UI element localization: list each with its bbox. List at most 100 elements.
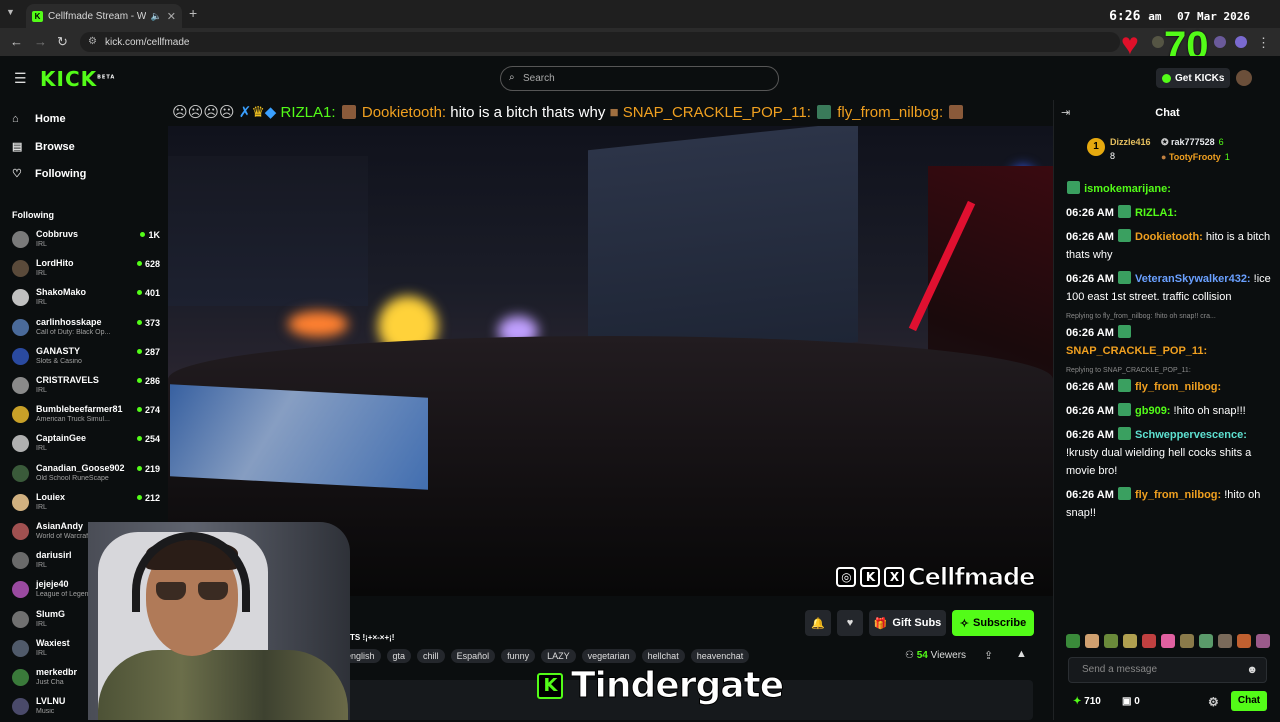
emote-icon[interactable] [1085, 634, 1099, 648]
stream-tag[interactable]: heavenchat [690, 649, 750, 663]
chat-message[interactable]: 06:26 AM RIZLA1: [1066, 204, 1276, 222]
stream-tag[interactable]: Español [450, 649, 496, 663]
chat-message[interactable]: 06:26 AM gb909: !hito oh snap!!! [1066, 402, 1276, 420]
chat-message[interactable]: ismokemarijane: [1066, 180, 1276, 198]
channel-avatar [12, 231, 29, 248]
leaderboard-entry[interactable]: ✪ rak777528 6 [1161, 137, 1224, 148]
notify-bell-button[interactable]: 🔔 [805, 610, 831, 636]
emoji-icon[interactable]: ☻ [1246, 658, 1258, 682]
followed-channel[interactable]: Bumblebeefarmer81 American Truck Simul...… [12, 404, 160, 430]
nav-browse[interactable]: ▤ Browse [12, 140, 75, 154]
kick-logo[interactable]: KICKBETA [40, 67, 115, 91]
ticker-user: SNAP_CRACKLE_POP_11: [622, 104, 811, 121]
gift-subs-button[interactable]: 🎁 Gift Subs [869, 610, 946, 636]
gift-balance-number: 0 [1134, 696, 1140, 707]
chat-message[interactable]: 06:26 AM Dookietooth: hito is a bitch th… [1066, 228, 1276, 264]
gift-balance[interactable]: ▣ 0 [1122, 696, 1140, 707]
message-username[interactable]: fly_from_nilbog: [1135, 381, 1221, 393]
url-field[interactable]: ⚙ kick.com/cellfmade [80, 32, 1120, 52]
nav-home[interactable]: ⌂ Home [12, 113, 66, 125]
profile-icon[interactable] [1235, 36, 1247, 48]
extension-icon[interactable] [1214, 36, 1226, 48]
message-username[interactable]: Schweppervescence: [1135, 429, 1247, 441]
emote-icon[interactable] [1218, 634, 1232, 648]
channel-name: carlinhosskape [36, 316, 102, 327]
stream-tag[interactable]: funny [501, 649, 536, 663]
tab-list-dropdown-icon[interactable]: ▼ [6, 7, 15, 17]
browser-tab[interactable]: K Cellfmade Stream - Watch l 🔈 ✕ [26, 4, 182, 28]
channel-name: Canadian_Goose902 [36, 462, 125, 473]
reload-icon[interactable]: ↻ [57, 34, 68, 50]
emote-icon[interactable] [1104, 634, 1118, 648]
leaderboard-entry[interactable]: ● TootyFrooty 1 [1161, 152, 1230, 162]
emote-icon[interactable] [1199, 634, 1213, 648]
ticker-emote-icon [341, 105, 356, 119]
chat-send-button[interactable]: Chat [1231, 691, 1267, 711]
message-username[interactable]: Dookietooth: [1135, 231, 1203, 243]
followed-channel[interactable]: LordHito IRL 628 [12, 258, 160, 284]
tag-list: english gta chill Español funny LAZY vegetaria… [340, 649, 750, 663]
share-icon[interactable]: ⇪ [984, 649, 993, 662]
new-tab-button[interactable]: + [189, 5, 197, 21]
nav-following[interactable]: ♡ Following [12, 167, 86, 181]
message-username[interactable]: ismokemarijane: [1084, 183, 1171, 195]
subscribe-button[interactable]: ✧ Subscribe [952, 610, 1034, 636]
stream-tag[interactable]: LAZY [541, 649, 576, 663]
followed-channel[interactable]: ShakoMako IRL 401 [12, 287, 160, 313]
kicks-balance[interactable]: 710 [1073, 696, 1101, 707]
emote-icon[interactable] [1256, 634, 1270, 648]
followed-channel[interactable]: Louiex IRL 212 [12, 492, 160, 518]
follow-button[interactable]: ♥ [837, 610, 863, 636]
chat-message[interactable]: 06:26 AM VeteranSkywalker432: !ice 100 e… [1066, 270, 1276, 306]
followed-channel[interactable]: CaptainGee IRL 254 [12, 433, 160, 459]
chat-input[interactable]: Send a message ☻ [1068, 657, 1267, 683]
chat-message[interactable]: 06:26 AM fly_from_nilbog: !hito oh snap!… [1066, 486, 1276, 522]
emote-icon[interactable] [1066, 634, 1080, 648]
stream-tag[interactable]: vegetarian [581, 649, 636, 663]
get-kicks-button[interactable]: Get KICKs [1156, 68, 1231, 88]
chat-messages: ismokemarijane: 06:26 AM RIZLA1: 06:26 A… [1066, 180, 1276, 640]
stream-tag[interactable]: chill [417, 649, 445, 663]
followed-channel[interactable]: GANASTY Slots & Casino 287 [12, 346, 160, 372]
search-input[interactable]: ⌕ Search [500, 66, 779, 91]
settings-gear-icon[interactable]: ⚙ [1208, 695, 1219, 709]
channel-avatar [12, 639, 29, 657]
tab-close-icon[interactable]: ✕ [167, 10, 176, 23]
hamburger-menu-icon[interactable]: ☰ [14, 70, 27, 87]
followed-channel[interactable]: CRISTRAVELS IRL 286 [12, 375, 160, 401]
forward-icon[interactable]: → [34, 34, 47, 49]
emote-icon[interactable] [1237, 634, 1251, 648]
message-username[interactable]: VeteranSkywalker432: [1135, 273, 1251, 285]
message-time: 06:26 AM [1066, 327, 1114, 339]
followed-channel[interactable]: Canadian_Goose902 Old School RuneScape 219 [12, 463, 160, 489]
message-username[interactable]: gb909: [1135, 405, 1170, 417]
back-icon[interactable]: ← [10, 34, 23, 49]
ticker-user: Dookietooth: [361, 104, 447, 121]
channel-category: IRL [36, 503, 47, 511]
leaderboard-entry[interactable]: 1 [1087, 138, 1105, 156]
emote-icon[interactable] [1123, 634, 1137, 648]
stream-tag[interactable]: hellchat [641, 649, 685, 663]
message-username[interactable]: fly_from_nilbog: [1135, 489, 1221, 501]
emote-icon[interactable] [1180, 634, 1194, 648]
report-icon[interactable]: ▲ [1016, 648, 1027, 660]
site-info-icon[interactable]: ⚙ [88, 36, 97, 47]
followed-channel[interactable]: carlinhosskape Call of Duty: Black Op... 3… [12, 317, 160, 343]
message-username[interactable]: SNAP_CRACKLE_POP_11: [1066, 345, 1207, 357]
message-username[interactable]: RIZLA1: [1135, 207, 1177, 219]
tab-audio-icon[interactable]: 🔈 [151, 11, 162, 22]
browser-menu-icon[interactable]: ⋮ [1257, 35, 1270, 51]
channel-avatar [12, 289, 29, 307]
stream-tag[interactable]: gta [386, 649, 412, 663]
user-avatar[interactable] [1236, 70, 1252, 86]
followed-channel[interactable]: Cobbruvs IRL 1K [12, 229, 160, 255]
chat-message[interactable]: Replying to SNAP_CRACKLE_POP_11: 06:26 AM… [1066, 366, 1276, 396]
message-time: 06:26 AM [1066, 381, 1114, 393]
chat-message[interactable]: Replying to fly_from_nilbog: !hito oh sn… [1066, 312, 1276, 360]
emote-icon[interactable] [1142, 634, 1156, 648]
chat-message[interactable]: 06:26 AM Schweppervescence: !krusty dual… [1066, 426, 1276, 480]
ticker-user: RIZLA1: [280, 104, 336, 121]
emote-icon[interactable] [1161, 634, 1175, 648]
extension-icon[interactable] [1152, 36, 1164, 48]
chat-panel: ⇥ Chat 1 Dizzle416 8 ✪ rak777528 6 ● Toot… [1053, 100, 1280, 720]
